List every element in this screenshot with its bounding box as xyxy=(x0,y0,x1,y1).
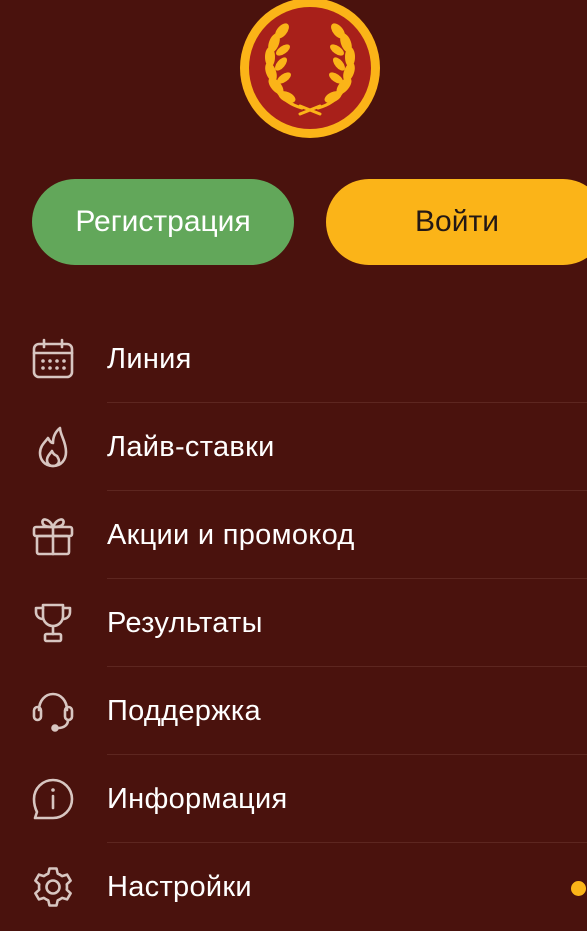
menu-item-label: Линия xyxy=(107,343,192,375)
menu-item-settings[interactable]: Настройки xyxy=(0,843,587,931)
notification-dot xyxy=(571,881,586,896)
register-button-label: Регистрация xyxy=(75,205,251,238)
login-button-label: Войти xyxy=(415,205,499,238)
laurel-wreath-logo xyxy=(240,0,380,138)
menu-item-label: Акции и промокод xyxy=(107,519,355,551)
menu-item-line[interactable]: Линия xyxy=(0,315,587,403)
menu-item-label: Результаты xyxy=(107,607,263,639)
info-icon xyxy=(31,777,75,821)
brand-logo xyxy=(240,0,380,138)
menu-item-label: Настройки xyxy=(107,871,252,903)
menu-item-support[interactable]: Поддержка xyxy=(0,667,587,755)
gear-icon xyxy=(31,865,75,909)
main-menu: Линия Лайв-ставки Акции и промокод Резул… xyxy=(0,315,587,931)
menu-item-results[interactable]: Результаты xyxy=(0,579,587,667)
login-button[interactable]: Войти xyxy=(326,179,587,265)
gift-icon xyxy=(31,513,75,557)
menu-item-promotions[interactable]: Акции и промокод xyxy=(0,491,587,579)
menu-item-live-bets[interactable]: Лайв-ставки xyxy=(0,403,587,491)
menu-item-label: Лайв-ставки xyxy=(107,431,275,463)
headset-icon xyxy=(31,689,75,733)
register-button[interactable]: Регистрация xyxy=(32,179,294,265)
menu-item-information[interactable]: Информация xyxy=(0,755,587,843)
menu-item-label: Информация xyxy=(107,783,288,815)
fire-icon xyxy=(31,425,75,469)
calendar-icon xyxy=(31,337,75,381)
menu-item-label: Поддержка xyxy=(107,695,261,727)
trophy-icon xyxy=(31,601,75,645)
